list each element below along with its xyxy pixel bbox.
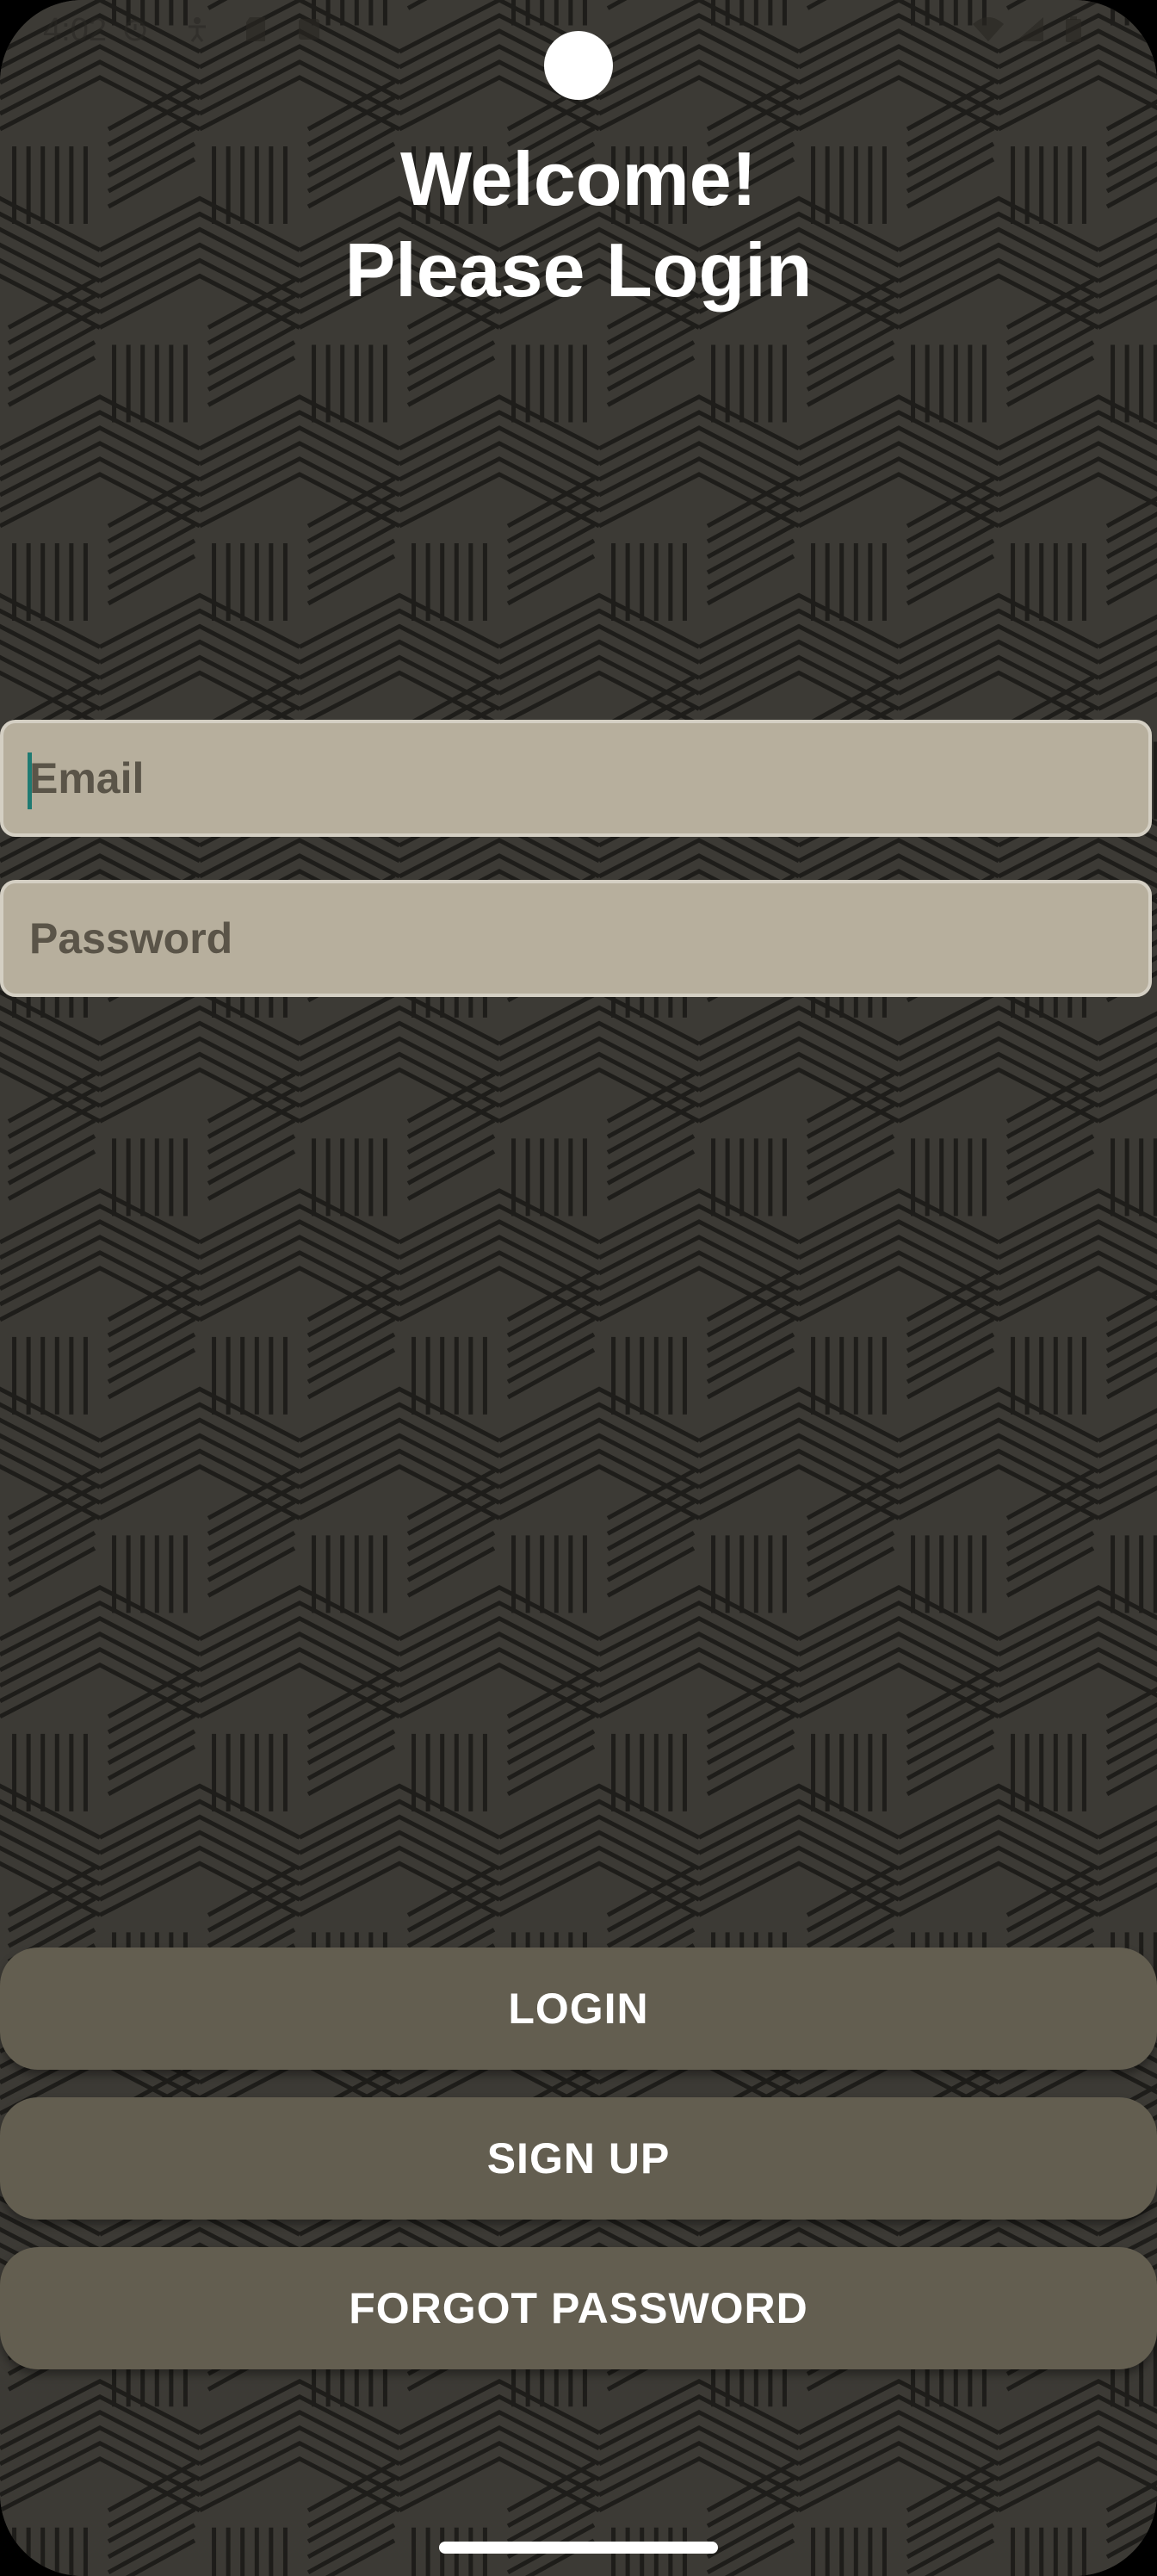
- login-screen: 4:02 Welcome! Please Login Email LOGIN S…: [0, 0, 1157, 2576]
- camera-cutout: [544, 31, 613, 100]
- sd-card-icon: [246, 17, 265, 41]
- battery-icon: [1066, 16, 1081, 42]
- password-field[interactable]: [0, 880, 1152, 997]
- accessibility-icon: [189, 17, 206, 42]
- forgot-password-button[interactable]: FORGOT PASSWORD: [0, 2247, 1157, 2369]
- title-please-login: Please Login: [344, 227, 813, 313]
- status-time: 4:02: [43, 12, 107, 48]
- title-welcome: Welcome!: [399, 136, 758, 221]
- password-input[interactable]: [22, 883, 1131, 994]
- alarm-icon: [124, 19, 146, 41]
- sign-up-button[interactable]: SIGN UP: [0, 2097, 1157, 2220]
- email-field[interactable]: [0, 720, 1152, 837]
- email-input[interactable]: [22, 723, 1131, 833]
- login-button[interactable]: LOGIN: [0, 1947, 1157, 2070]
- wifi-icon: [973, 17, 1004, 41]
- text-cursor: [28, 752, 32, 809]
- page-title: Welcome! Please Login: [0, 133, 1157, 316]
- home-indicator[interactable]: [439, 2542, 718, 2554]
- signal-icon: [1016, 17, 1043, 41]
- screen-icon: [299, 19, 319, 40]
